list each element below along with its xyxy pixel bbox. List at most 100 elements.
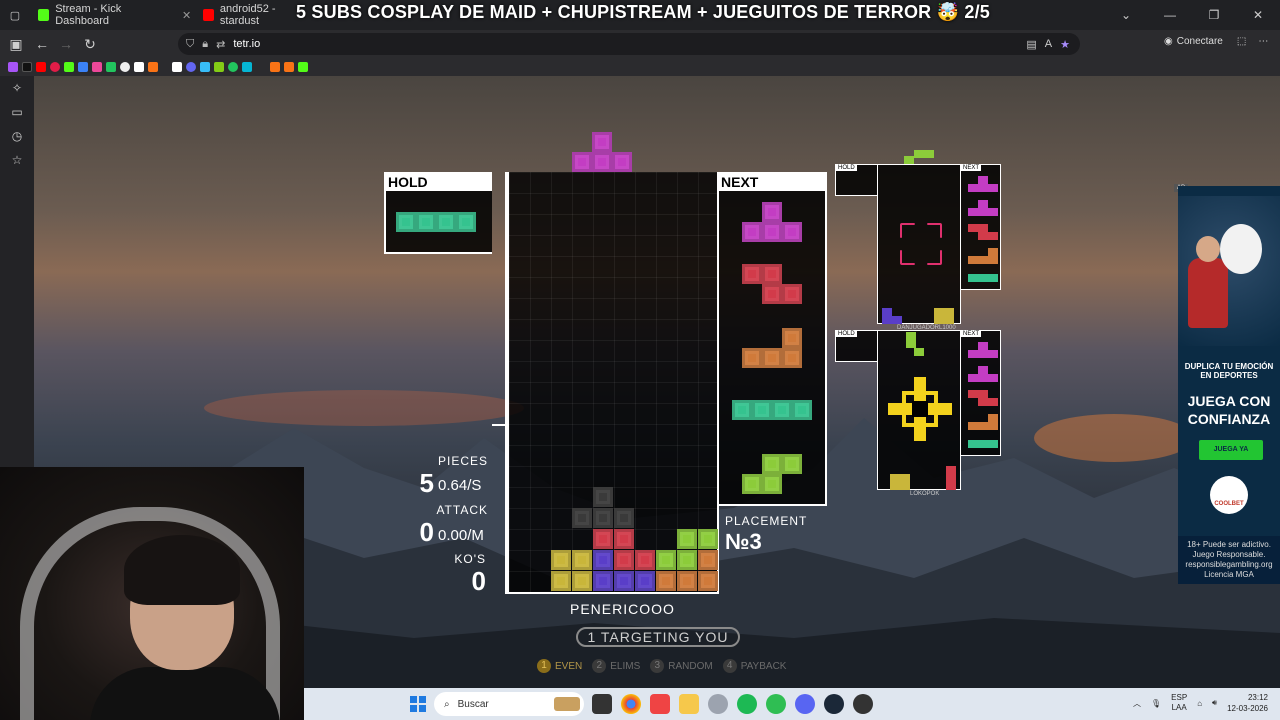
opponent-cell [882,308,892,316]
sidebar-toggle-icon[interactable]: ▣ [4,36,28,53]
volume-icon[interactable]: 🔊︎ [1212,698,1217,708]
webcam-overlay [0,467,304,720]
microphone-icon[interactable]: 🎙︎ [1151,699,1161,708]
tetromino-cell [677,571,697,591]
favorite-star-icon[interactable]: ★ [1060,38,1070,51]
tetromino-cell [762,348,782,368]
ad-person-head [1196,236,1220,262]
search-icon: ⌕ [444,698,450,710]
opponent-cell [978,342,988,350]
strategy-elims[interactable]: 2 ELIMS [592,659,640,673]
spotify-icon[interactable] [737,694,757,714]
opponent-cell [988,414,998,422]
reader-icon[interactable]: ▤ [1026,38,1036,51]
opponent-cell [968,184,978,192]
collections-icon[interactable]: ▭ [0,100,34,124]
player-username: PENERICOOO [570,601,675,617]
strategy-even[interactable]: 1 EVEN [537,659,582,673]
brave-browser-icon[interactable] [650,694,670,714]
task-view-icon[interactable] [592,694,612,714]
opponent-cell [988,208,998,216]
tab-close-button[interactable]: ✕ [178,0,195,30]
tab-list-icon[interactable]: ⌄ [1104,0,1148,30]
bookmark-icon[interactable] [228,62,238,72]
bookmark-icon[interactable] [64,62,74,72]
bookmark-icon[interactable] [36,62,46,72]
strategy-number: 3 [650,659,665,673]
file-explorer-icon[interactable] [679,694,699,714]
bookmark-icon[interactable] [106,62,116,72]
forward-button[interactable]: → [54,36,78,52]
reload-button[interactable]: ↻ [78,36,102,53]
bookmark-icon[interactable] [134,62,144,72]
favorites-icon[interactable]: ☆ [0,148,34,172]
bookmark-icon[interactable] [50,62,60,72]
tab-kick-dashboard[interactable]: Stream - Kick Dashboard [30,0,178,30]
strategy-random[interactable]: 3 RANDOM [650,659,713,673]
opponent-cell [988,422,998,430]
bookmark-icon[interactable] [284,62,294,72]
back-button[interactable]: ← [30,36,54,52]
tetromino-cell [592,152,612,172]
close-window-button[interactable]: ✕ [1236,0,1280,30]
url-field[interactable]: ⛉ 🔒︎ ⇄ tetr.io ▤ A ★ [178,33,1080,55]
taskbar-search[interactable]: ⌕ Buscar [434,692,584,716]
tetromino-cell [572,152,592,172]
tetromino-cell [762,284,782,304]
menu-icon[interactable]: ⋯ [1258,36,1268,47]
connect-button[interactable]: ◉ Conectare ⬚ ⋯ [1164,36,1268,47]
bookmark-icon[interactable] [8,62,18,72]
bookmark-icon[interactable] [22,62,32,72]
tetromino-cell [698,529,718,549]
bookmark-icon[interactable] [92,62,102,72]
opponent-cell [906,340,916,348]
tetromino-cell [782,454,802,474]
network-icon[interactable]: ⌂ [1197,699,1202,708]
kos-value: 0 [471,566,486,596]
magic-icon[interactable]: ✧ [0,76,34,100]
discord-icon[interactable] [795,694,815,714]
app-icon[interactable] [708,694,728,714]
translate-icon[interactable]: A [1045,38,1052,51]
minimize-button[interactable]: — [1148,0,1192,30]
steam-icon[interactable] [824,694,844,714]
opponent-cell [978,184,988,192]
opponent-cell [988,184,998,192]
bookmark-icon[interactable] [270,62,280,72]
chrome-icon[interactable] [621,694,641,714]
opponent-cell [978,440,988,448]
whatsapp-icon[interactable] [766,694,786,714]
tray-chevron-icon[interactable]: ︿ [1133,698,1141,709]
coolbet-ad[interactable]: DUPLICA TU EMOCIÓN EN DEPORTES JUEGA CON… [1178,186,1280,584]
opponent-cell [934,308,944,316]
bookmark-icon[interactable] [172,62,182,72]
tetromino-cell [742,474,762,494]
tetromino-cell [752,400,772,420]
bookmark-icon[interactable] [242,62,252,72]
language-indicator[interactable]: ESP LAA [1171,693,1187,713]
bookmark-icon[interactable] [120,62,130,72]
tetromino-cell [593,529,613,549]
bookmark-icon[interactable] [186,62,196,72]
clock[interactable]: 23:12 12-03-2026 [1227,692,1268,714]
extensions-icon[interactable]: ⬚ [1237,36,1246,47]
tetromino-cell [456,212,476,232]
ad-disclaimer: 18+ Puede ser adictivo. Juego Responsabl… [1178,536,1280,584]
tab-menu-button[interactable]: ▢ [0,0,30,30]
windows-start-icon[interactable] [410,696,426,712]
tetromino-cell [698,550,718,570]
bookmark-icon[interactable] [214,62,224,72]
opponent-username: LOKOPOK [910,491,940,497]
next-label: NEXT [719,174,825,191]
bookmark-icon[interactable] [148,62,158,72]
ad-play-button[interactable]: JUEGA YA [1199,440,1263,460]
opponent-cell [946,466,956,474]
bookmark-icon[interactable] [298,62,308,72]
tetromino-cell [762,222,782,242]
bookmark-icon[interactable] [200,62,210,72]
maximize-button[interactable]: ❐ [1192,0,1236,30]
strategy-payback[interactable]: 4 PAYBACK [722,659,786,673]
obs-icon[interactable] [853,694,873,714]
bookmark-icon[interactable] [78,62,88,72]
history-icon[interactable]: ◷ [0,124,34,148]
